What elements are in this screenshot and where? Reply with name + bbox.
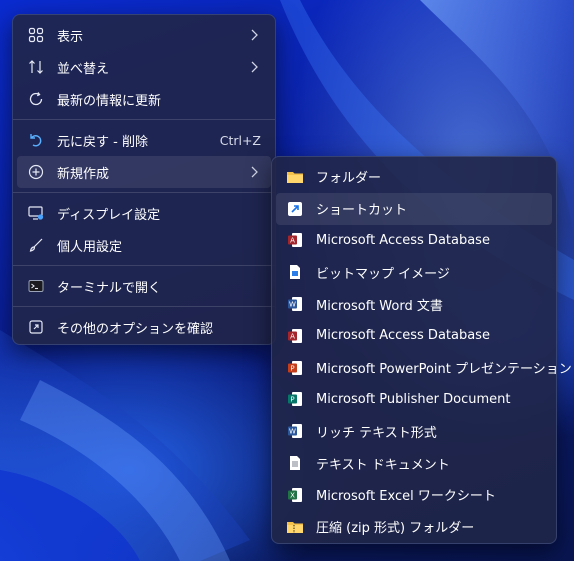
access-icon: A bbox=[286, 231, 304, 249]
menu-separator bbox=[13, 119, 275, 120]
svg-text:W: W bbox=[289, 301, 296, 309]
menu-item-label: 表示 bbox=[57, 29, 84, 45]
chevron-right-icon bbox=[247, 166, 261, 178]
new-item-access-database-2[interactable]: A Microsoft Access Database bbox=[276, 320, 552, 352]
undo-icon bbox=[27, 131, 45, 149]
bitmap-icon bbox=[286, 263, 304, 281]
word-icon: W bbox=[286, 295, 304, 313]
menu-item-label: リッチ テキスト形式 bbox=[316, 425, 437, 441]
menu-item-label: 元に戻す - 削除 bbox=[57, 134, 148, 150]
sort-icon bbox=[27, 58, 45, 76]
menu-item-label: Microsoft Publisher Document bbox=[316, 391, 511, 407]
shortcut-icon bbox=[286, 200, 304, 218]
menu-item-label: ショートカット bbox=[316, 203, 408, 219]
menu-item-label: その他のオプションを確認 bbox=[57, 321, 214, 337]
terminal-icon bbox=[27, 277, 45, 295]
menu-item-label: フォルダー bbox=[316, 171, 382, 187]
menu-item-view[interactable]: 表示 bbox=[17, 19, 271, 51]
new-item-access-database[interactable]: A Microsoft Access Database bbox=[276, 225, 552, 257]
new-item-excel-worksheet[interactable]: X Microsoft Excel ワークシート bbox=[276, 479, 552, 511]
new-item-shortcut[interactable]: ショートカット bbox=[276, 192, 552, 225]
new-item-zip-folder[interactable]: 圧縮 (zip 形式) フォルダー bbox=[276, 511, 552, 543]
powerpoint-icon: P bbox=[286, 359, 304, 377]
excel-icon: X bbox=[286, 486, 304, 504]
new-item-text-document[interactable]: テキスト ドキュメント bbox=[276, 447, 552, 479]
svg-text:W: W bbox=[289, 428, 296, 436]
display-settings-icon bbox=[27, 204, 45, 222]
menu-item-display-settings[interactable]: ディスプレイ設定 bbox=[17, 197, 271, 229]
chevron-right-icon bbox=[247, 61, 261, 73]
access-icon: A bbox=[286, 327, 304, 345]
new-item-word-document[interactable]: W Microsoft Word 文書 bbox=[276, 288, 552, 320]
menu-separator bbox=[13, 306, 275, 307]
menu-separator bbox=[13, 192, 275, 193]
more-options-icon bbox=[27, 318, 45, 336]
new-item-bitmap-image[interactable]: ビットマップ イメージ bbox=[276, 256, 552, 288]
svg-text:P: P bbox=[290, 396, 294, 404]
menu-item-label: テキスト ドキュメント bbox=[316, 457, 450, 473]
text-document-icon bbox=[286, 454, 304, 472]
new-item-powerpoint[interactable]: P Microsoft PowerPoint プレゼンテーション bbox=[276, 352, 572, 384]
svg-text:A: A bbox=[290, 332, 295, 340]
svg-text:P: P bbox=[290, 364, 294, 372]
menu-item-label: ターミナルで開く bbox=[57, 280, 162, 296]
zip-folder-icon bbox=[286, 518, 304, 536]
menu-item-open-terminal[interactable]: ターミナルで開く bbox=[17, 270, 271, 302]
new-item-rich-text[interactable]: W リッチ テキスト形式 bbox=[276, 415, 552, 447]
grid-view-icon bbox=[27, 26, 45, 44]
menu-item-label: 並べ替え bbox=[57, 61, 110, 77]
chevron-right-icon bbox=[247, 29, 261, 41]
menu-item-label: 新規作成 bbox=[57, 166, 110, 182]
rich-text-icon: W bbox=[286, 422, 304, 440]
menu-item-label: Microsoft Access Database bbox=[316, 232, 490, 248]
menu-item-label: ビットマップ イメージ bbox=[316, 266, 450, 282]
menu-item-label: Microsoft Word 文書 bbox=[316, 298, 443, 314]
menu-item-label: Microsoft Excel ワークシート bbox=[316, 489, 496, 505]
folder-icon bbox=[286, 168, 304, 186]
menu-item-label: ディスプレイ設定 bbox=[57, 207, 161, 223]
menu-item-personalize[interactable]: 個人用設定 bbox=[17, 229, 271, 261]
publisher-icon: P bbox=[286, 390, 304, 408]
keyboard-shortcut: Ctrl+Z bbox=[219, 132, 261, 148]
refresh-icon bbox=[27, 90, 45, 108]
menu-item-label: 圧縮 (zip 形式) フォルダー bbox=[316, 521, 475, 537]
new-item-folder[interactable]: フォルダー bbox=[276, 161, 552, 193]
new-item-publisher[interactable]: P Microsoft Publisher Document bbox=[276, 384, 552, 416]
menu-item-label: Microsoft PowerPoint プレゼンテーション bbox=[316, 362, 572, 378]
menu-item-label: 最新の情報に更新 bbox=[57, 93, 162, 109]
new-submenu: フォルダー ショートカット A Microsoft Access Databas… bbox=[271, 156, 572, 544]
brush-icon bbox=[27, 236, 45, 254]
svg-text:A: A bbox=[290, 237, 295, 245]
desktop-context-menu: 表示 並べ替え 最新の情報に更新 元に戻す - 削除 Ctrl+Z 新規作成 デ… bbox=[12, 14, 276, 345]
menu-item-more-options[interactable]: その他のオプションを確認 bbox=[17, 311, 271, 343]
menu-item-sort[interactable]: 並べ替え bbox=[17, 51, 271, 83]
menu-item-undo-delete[interactable]: 元に戻す - 削除 Ctrl+Z bbox=[17, 124, 271, 156]
menu-item-label: 個人用設定 bbox=[57, 239, 123, 255]
menu-item-refresh[interactable]: 最新の情報に更新 bbox=[17, 83, 271, 115]
svg-text:X: X bbox=[290, 491, 295, 499]
new-plus-icon bbox=[27, 163, 45, 181]
menu-item-label: Microsoft Access Database bbox=[316, 328, 490, 344]
menu-item-new[interactable]: 新規作成 bbox=[17, 156, 271, 188]
menu-separator bbox=[13, 265, 275, 266]
